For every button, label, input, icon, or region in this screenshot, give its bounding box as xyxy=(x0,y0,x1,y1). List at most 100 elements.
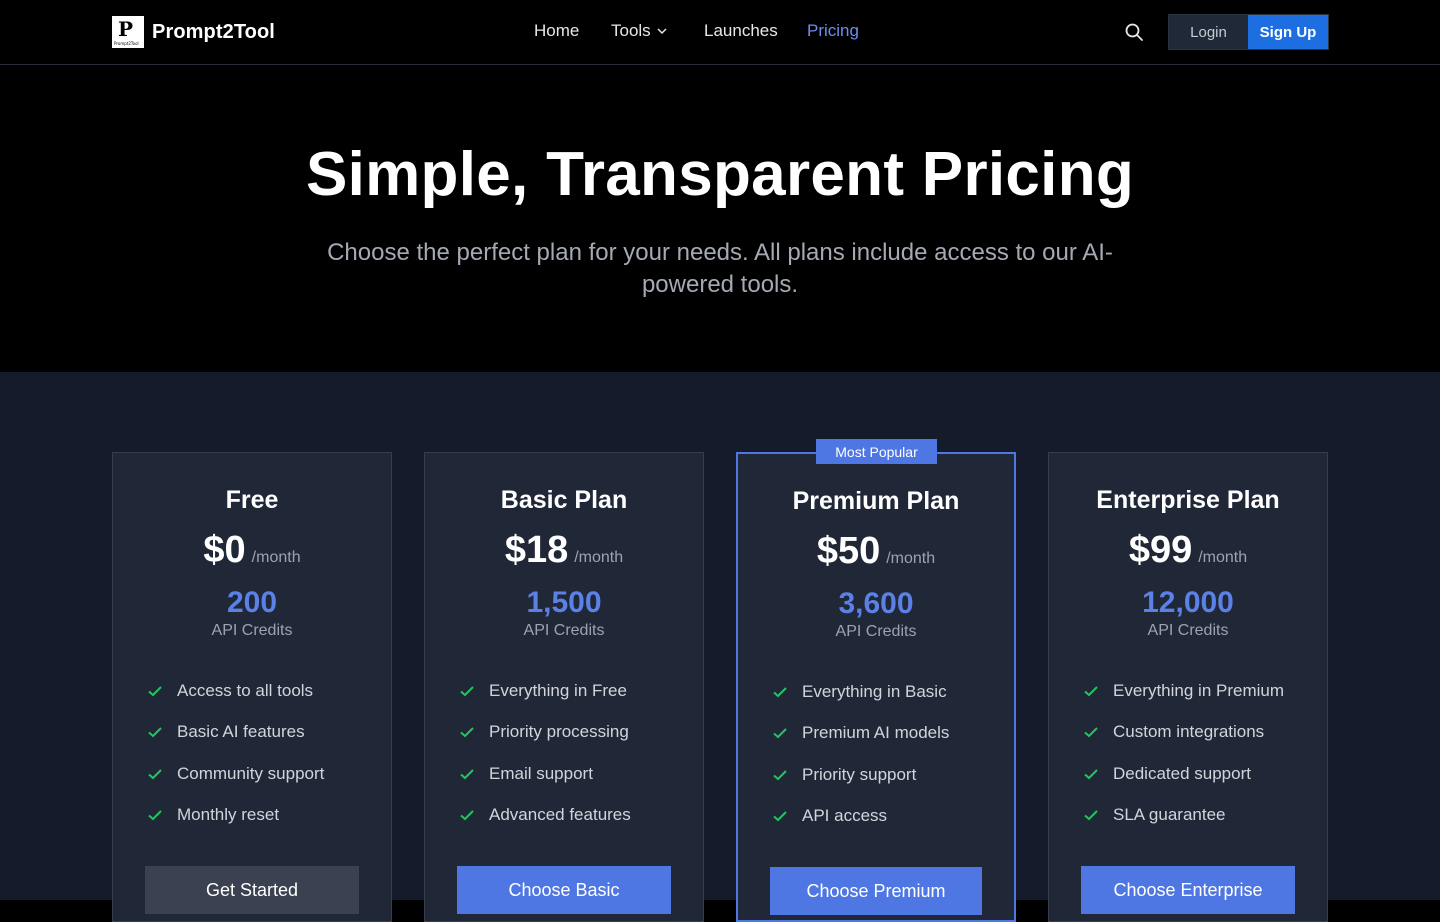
nav-tools[interactable]: Tools xyxy=(611,21,667,41)
check-icon xyxy=(460,727,474,738)
feature-list: Everything in Basic Premium AI models Pr… xyxy=(772,671,1014,837)
check-icon xyxy=(773,728,787,739)
brand[interactable]: P Prompt2Tool Prompt2Tool xyxy=(112,16,275,48)
feature-item: Dedicated support xyxy=(1083,753,1327,795)
feature-text: API access xyxy=(802,806,888,826)
choose-enterprise-button[interactable]: Choose Enterprise xyxy=(1081,866,1295,914)
get-started-button[interactable]: Get Started xyxy=(145,866,359,914)
credits-label: API Credits xyxy=(523,622,605,639)
check-icon xyxy=(1084,769,1098,780)
plan-period: /month xyxy=(886,550,936,567)
check-icon xyxy=(148,727,162,738)
page-title: Simple, Transparent Pricing xyxy=(305,140,1135,209)
check-icon xyxy=(773,687,787,698)
plan-credits: 12,000 xyxy=(1142,586,1234,619)
choose-basic-button[interactable]: Choose Basic xyxy=(457,866,671,914)
price-row: $0 /month xyxy=(113,529,391,572)
plan-card-basic: Basic Plan $18 /month 1,500 API Credits … xyxy=(424,452,704,922)
search-icon[interactable] xyxy=(1124,22,1144,42)
plan-credits: 3,600 xyxy=(838,587,914,620)
plan-period: /month xyxy=(1198,549,1248,566)
plan-name: Enterprise Plan xyxy=(1096,486,1280,514)
nav-home[interactable]: Home xyxy=(534,21,579,41)
logo-small-text: Prompt2Tool xyxy=(114,41,139,46)
feature-text: Everything in Basic xyxy=(802,681,947,701)
plan-name: Free xyxy=(225,486,279,514)
check-icon xyxy=(773,770,787,781)
check-icon xyxy=(460,769,474,780)
most-popular-badge: Most Popular xyxy=(816,439,937,464)
signup-button[interactable]: Sign Up xyxy=(1248,15,1328,49)
feature-text: Priority processing xyxy=(489,722,629,742)
feature-item: Monthly reset xyxy=(147,795,391,837)
feature-item: Email support xyxy=(459,753,703,795)
pricing-plans: Free $0 /month 200 API Credits Access to… xyxy=(0,372,1440,922)
plan-card-premium: Most Popular Premium Plan $50 /month 3,6… xyxy=(736,439,1016,922)
feature-item: Everything in Free xyxy=(459,670,703,712)
price-row: $99 /month xyxy=(1049,529,1327,572)
plan-price: $50 xyxy=(816,530,881,572)
feature-text: Access to all tools xyxy=(177,680,314,700)
feature-text: Priority support xyxy=(802,764,917,784)
feature-item: Custom integrations xyxy=(1083,712,1327,754)
price-row: $18 /month xyxy=(425,529,703,572)
plan-card-free: Free $0 /month 200 API Credits Access to… xyxy=(112,452,392,922)
feature-text: Premium AI models xyxy=(802,723,950,743)
feature-text: Everything in Premium xyxy=(1113,680,1285,700)
feature-item: Priority support xyxy=(772,754,1014,796)
plan-credits: 1,500 xyxy=(526,586,602,619)
auth-buttons: Login Sign Up xyxy=(1168,14,1329,50)
feature-list: Everything in Premium Custom integration… xyxy=(1083,670,1327,836)
feature-item: Priority processing xyxy=(459,712,703,754)
plan-name: Premium Plan xyxy=(792,487,960,515)
check-icon xyxy=(1084,686,1098,697)
check-icon xyxy=(1084,727,1098,738)
hero-section: Simple, Transparent Pricing Choose the p… xyxy=(0,65,1440,372)
plan-period: /month xyxy=(251,549,301,566)
choose-premium-button[interactable]: Choose Premium xyxy=(770,867,982,915)
feature-text: Basic AI features xyxy=(177,722,305,742)
plan-price: $0 xyxy=(203,529,246,571)
plan-price: $18 xyxy=(504,529,569,571)
check-icon xyxy=(773,811,787,822)
feature-text: Advanced features xyxy=(489,805,631,825)
feature-text: Dedicated support xyxy=(1113,763,1251,783)
plan-price: $99 xyxy=(1128,529,1193,571)
page-subtitle: Choose the perfect plan for your needs. … xyxy=(327,239,1113,298)
feature-item: API access xyxy=(772,796,1014,838)
feature-text: Monthly reset xyxy=(177,805,280,825)
logo-letter: P xyxy=(118,17,134,41)
feature-text: Community support xyxy=(177,763,325,783)
feature-item: Access to all tools xyxy=(147,670,391,712)
nav-tools-label: Tools xyxy=(611,21,651,40)
check-icon xyxy=(148,686,162,697)
feature-item: Premium AI models xyxy=(772,713,1014,755)
top-navbar: P Prompt2Tool Prompt2Tool Home Tools Lau… xyxy=(0,0,1440,65)
plan-credits: 200 xyxy=(226,586,278,619)
feature-item: Everything in Basic xyxy=(772,671,1014,713)
plan-name: Basic Plan xyxy=(500,486,628,514)
feature-item: SLA guarantee xyxy=(1083,795,1327,837)
price-row: $50 /month xyxy=(738,530,1014,573)
feature-item: Everything in Premium xyxy=(1083,670,1327,712)
brand-logo: P Prompt2Tool xyxy=(112,16,144,48)
feature-text: Custom integrations xyxy=(1113,722,1265,742)
nav-pricing[interactable]: Pricing xyxy=(807,21,859,41)
credits-label: API Credits xyxy=(835,623,917,640)
nav-launches[interactable]: Launches xyxy=(704,21,778,41)
credits-label: API Credits xyxy=(211,622,293,639)
feature-list: Access to all tools Basic AI features Co… xyxy=(147,670,391,836)
feature-text: Email support xyxy=(489,763,593,783)
credits-label: API Credits xyxy=(1147,622,1229,639)
feature-item: Advanced features xyxy=(459,795,703,837)
plan-card-enterprise: Enterprise Plan $99 /month 12,000 API Cr… xyxy=(1048,452,1328,922)
feature-list: Everything in Free Priority processing E… xyxy=(459,670,703,836)
check-icon xyxy=(460,810,474,821)
login-button[interactable]: Login xyxy=(1169,15,1248,49)
check-icon xyxy=(1084,810,1098,821)
feature-text: Everything in Free xyxy=(489,680,627,700)
check-icon xyxy=(460,686,474,697)
feature-text: SLA guarantee xyxy=(1113,805,1226,825)
check-icon xyxy=(148,810,162,821)
chevron-down-icon xyxy=(657,28,667,35)
